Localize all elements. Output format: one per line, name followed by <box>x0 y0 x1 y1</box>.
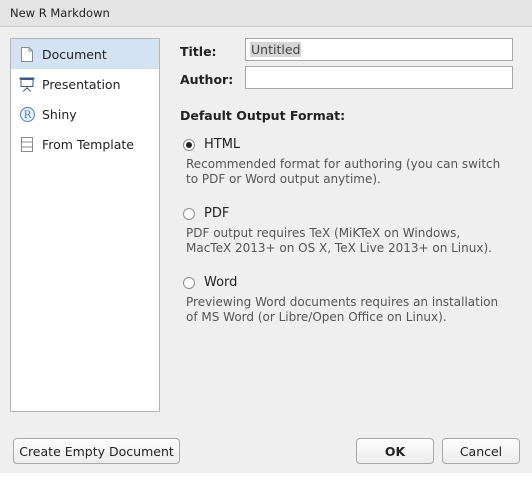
dialog-body: Document Presentation R Shiny From Templ… <box>0 27 532 473</box>
title-label: Title: <box>180 44 217 59</box>
sidebar-item-label: Shiny <box>42 106 77 122</box>
sidebar-item-document[interactable]: Document <box>11 39 159 69</box>
author-input[interactable] <box>245 66 513 89</box>
sidebar-item-label: Document <box>42 46 107 62</box>
radio-option-word[interactable]: Word <box>183 275 237 290</box>
default-output-format-heading: Default Output Format: <box>180 108 346 123</box>
pdf-radio-label: PDF <box>204 206 230 221</box>
svg-text:R: R <box>23 110 31 121</box>
sidebar-item-presentation[interactable]: Presentation <box>11 69 159 99</box>
author-label: Author: <box>180 72 234 87</box>
ok-button[interactable]: OK <box>356 438 434 464</box>
cancel-button[interactable]: Cancel <box>442 438 520 464</box>
title-input[interactable]: Untitled <box>245 38 513 61</box>
word-radio-label: Word <box>204 275 238 290</box>
sidebar-item-label: From Template <box>42 136 134 152</box>
sidebar-item-from-template[interactable]: From Template <box>11 129 159 159</box>
word-radio-button[interactable] <box>183 276 195 289</box>
format-sidebar: Document Presentation R Shiny From Templ… <box>10 38 160 412</box>
presentation-icon <box>19 76 35 92</box>
dialog-title-bar: New R Markdown <box>0 0 532 27</box>
radio-option-pdf[interactable]: PDF <box>183 206 229 221</box>
title-input-value: Untitled <box>250 42 302 57</box>
word-description-line: of MS Word (or Libre/Open Office on Linu… <box>186 310 447 324</box>
shiny-icon: R <box>19 106 35 122</box>
dialog-title: New R Markdown <box>10 6 110 20</box>
document-icon <box>19 46 35 62</box>
create-empty-document-button[interactable]: Create Empty Document <box>13 438 180 464</box>
pdf-radio-button[interactable] <box>183 207 195 220</box>
word-description: Previewing Word documents requires an in… <box>186 295 516 325</box>
html-description: Recommended format for authoring (you ca… <box>186 157 516 187</box>
pdf-description-line: PDF output requires TeX (MiKTeX on Windo… <box>186 226 461 240</box>
html-radio-button[interactable] <box>183 138 195 151</box>
template-icon <box>19 136 35 152</box>
word-description-line: Previewing Word documents requires an in… <box>186 295 499 309</box>
radio-option-html[interactable]: HTML <box>183 137 240 152</box>
sidebar-item-shiny[interactable]: R Shiny <box>11 99 159 129</box>
html-description-line: to PDF or Word output anytime). <box>186 172 381 186</box>
sidebar-item-label: Presentation <box>42 76 121 92</box>
pdf-description-line: MacTeX 2013+ on OS X, TeX Live 2013+ on … <box>186 241 492 255</box>
pdf-description: PDF output requires TeX (MiKTeX on Windo… <box>186 226 516 256</box>
html-description-line: Recommended format for authoring (you ca… <box>186 157 501 171</box>
html-radio-label: HTML <box>204 137 241 152</box>
